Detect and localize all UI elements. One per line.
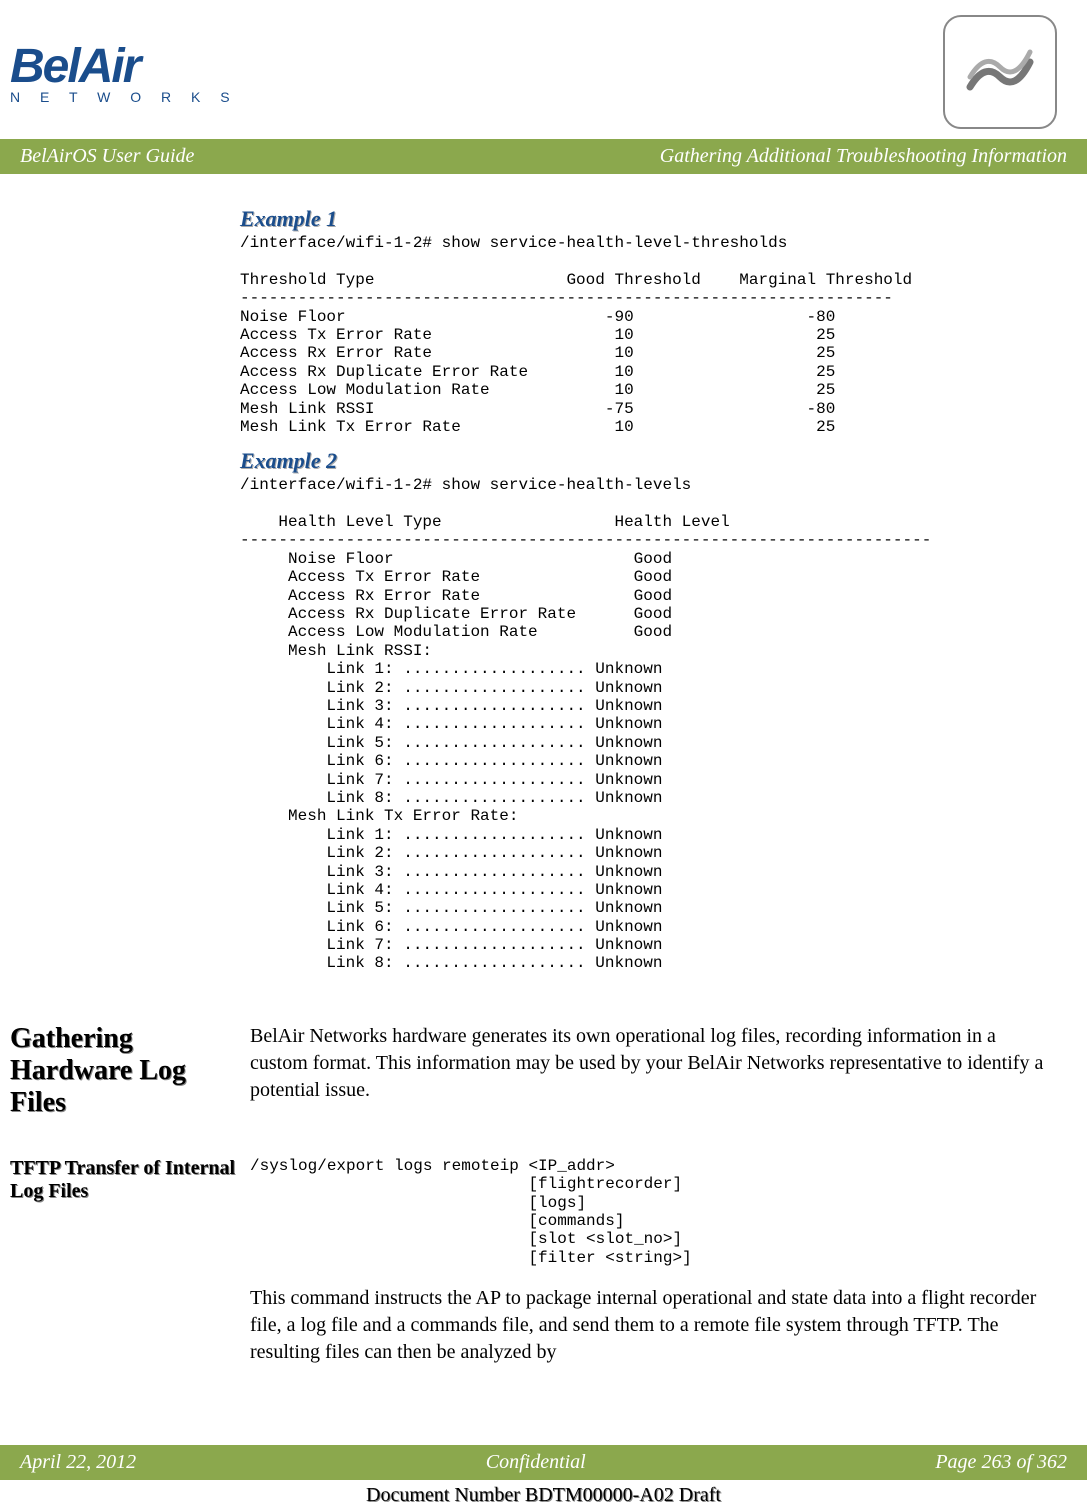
wave-icon	[965, 37, 1035, 107]
banner-right: Gathering Additional Troubleshooting Inf…	[660, 145, 1067, 168]
page: BelAir N E T W O R K S BelAirOS User Gui…	[0, 0, 1087, 1511]
footer: April 22, 2012 Confidential Page 263 of …	[0, 1405, 1087, 1511]
logo-subtitle: N E T W O R K S	[10, 89, 238, 105]
gathering-section: Gathering Hardware Log Files BelAir Netw…	[0, 1023, 1087, 1127]
title-banner: BelAirOS User Guide Gathering Additional…	[0, 139, 1087, 174]
content-area: Example 1 /interface/wifi-1-2# show serv…	[0, 174, 1087, 993]
example1-output: /interface/wifi-1-2# show service-health…	[240, 234, 1057, 436]
footer-page: Page 263 of 362	[935, 1451, 1067, 1474]
example2-heading: Example 2	[240, 448, 1057, 474]
example2-output: /interface/wifi-1-2# show service-health…	[240, 476, 1057, 973]
header: BelAir N E T W O R K S	[0, 0, 1087, 139]
tftp-heading: TFTP Transfer of Internal Log Files	[10, 1157, 240, 1203]
tftp-text: This command instructs the AP to package…	[250, 1285, 1057, 1366]
footer-bar: April 22, 2012 Confidential Page 263 of …	[0, 1445, 1087, 1480]
document-number: Document Number BDTM00000-A02 Draft	[0, 1480, 1087, 1511]
belair-logo: BelAir N E T W O R K S	[10, 39, 238, 105]
gathering-heading: Gathering Hardware Log Files	[10, 1023, 240, 1119]
tftp-command: /syslog/export logs remoteip <IP_addr> […	[250, 1157, 1057, 1267]
footer-confidential: Confidential	[486, 1451, 586, 1474]
right-content: Example 1 /interface/wifi-1-2# show serv…	[240, 194, 1057, 973]
corner-logo-icon	[943, 15, 1057, 129]
left-margin	[10, 194, 240, 973]
logo-brand: BelAir	[10, 39, 238, 94]
footer-date: April 22, 2012	[20, 1451, 136, 1474]
banner-left: BelAirOS User Guide	[20, 145, 194, 168]
gathering-text: BelAir Networks hardware generates its o…	[250, 1023, 1057, 1104]
tftp-section: TFTP Transfer of Internal Log Files /sys…	[0, 1157, 1087, 1380]
example1-heading: Example 1	[240, 206, 1057, 232]
